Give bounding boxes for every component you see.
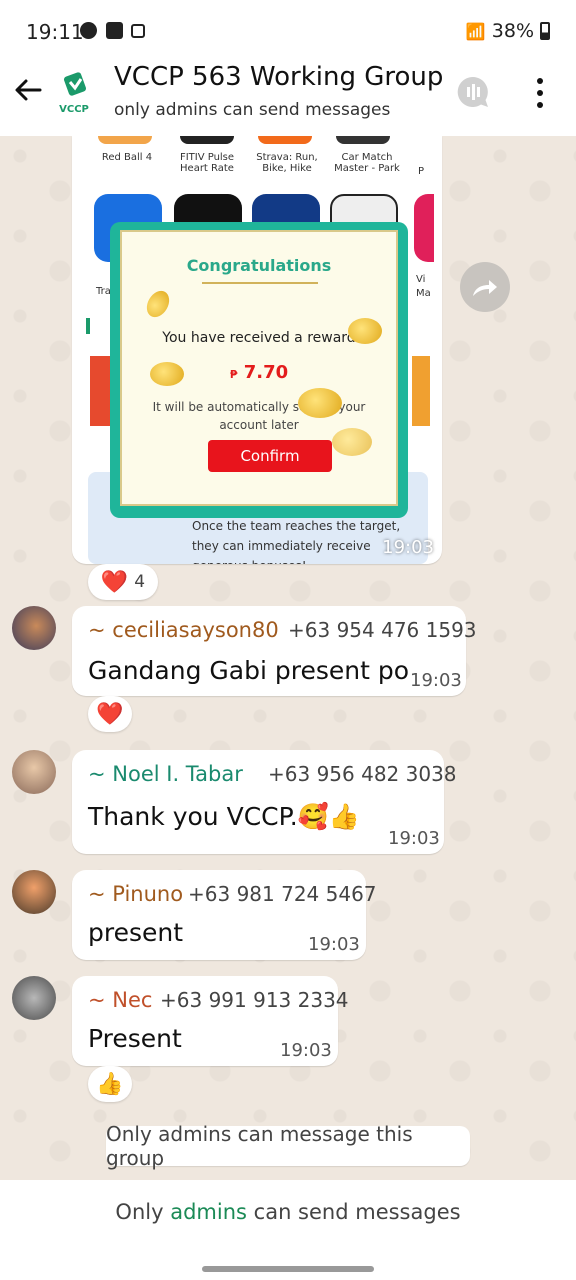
app-label: Tra: [96, 286, 111, 297]
gold-coin-icon: [348, 318, 382, 344]
forward-button[interactable]: [460, 262, 510, 312]
message-bubble[interactable]: ~ Nec +63 991 913 2334 Present 19:03: [72, 976, 349, 1066]
app-icon: [336, 136, 390, 144]
message-time: 19:03: [410, 670, 462, 691]
forward-icon: [473, 280, 497, 296]
reward-title: Congratulations: [186, 256, 332, 275]
reaction-pill[interactable]: ❤️: [88, 696, 132, 732]
message-text: Present: [88, 1024, 182, 1053]
avatar[interactable]: [12, 606, 56, 650]
app-label: Vi: [416, 274, 426, 285]
battery-level: 38%: [491, 20, 534, 42]
battery-icon: [540, 22, 550, 40]
amount-value: 7.70: [243, 362, 289, 383]
reaction-pill[interactable]: 👍: [88, 1066, 132, 1102]
wifi-icon: 📶: [465, 21, 486, 41]
sender-phone: +63 956 482 3038: [268, 762, 457, 786]
status-time: 19:11: [26, 20, 84, 44]
home-gesture-handle[interactable]: [202, 1266, 374, 1272]
app-label: FITIV Pulse Heart Rate: [179, 152, 235, 174]
logo-text: VCCP: [59, 104, 89, 115]
sender-name[interactable]: ~ Pinuno: [88, 882, 183, 906]
app-icon: [180, 136, 234, 144]
promo-thumb: [412, 356, 430, 426]
app-label: Red Ball 4: [101, 152, 153, 163]
message-text: present: [88, 918, 184, 947]
group-title[interactable]: VCCP 563 Working Group: [114, 62, 443, 92]
group-avatar[interactable]: VCCP: [54, 70, 94, 116]
avatar[interactable]: [12, 750, 56, 794]
facebook-icon: [80, 22, 97, 39]
currency-symbol: ₱: [229, 368, 238, 381]
group-notice: Only admins can message this group: [106, 1122, 470, 1170]
gold-coin-icon: [332, 428, 372, 456]
message-time: 19:03: [280, 1040, 332, 1061]
sender-name[interactable]: ~ Noel I. Tabar: [88, 762, 243, 786]
group-subtitle: only admins can send messages: [114, 100, 391, 120]
message-bubble[interactable]: ~ Noel I. Tabar +63 956 482 3038 Thank y…: [72, 750, 457, 854]
footer-suffix: can send messages: [253, 1200, 461, 1224]
sender-phone: +63 954 476 1593: [288, 618, 477, 642]
nav-bar: [0, 1244, 576, 1280]
heart-icon: ❤️: [96, 701, 124, 727]
message-time: 19:03: [308, 934, 360, 955]
reaction-pill[interactable]: ❤️ 4: [88, 564, 158, 600]
status-right: 📶 38%: [466, 20, 550, 42]
status-bar: 19:11 📶 38%: [0, 0, 576, 62]
app-icon: [258, 136, 312, 144]
message-text: Thank you VCCP.🥰👍: [88, 802, 360, 831]
admins-link[interactable]: admins: [170, 1200, 247, 1224]
reward-card: Congratulations You have received a rewa…: [120, 230, 398, 506]
vccp-logo-icon: [63, 72, 87, 96]
checkbox-icon: [106, 22, 123, 39]
sender-phone: +63 981 724 5467: [188, 882, 377, 906]
chat-area[interactable]: Red Ball 4 FITIV Pulse Heart Rate Strava…: [0, 136, 576, 1180]
gold-coin-icon: [142, 286, 174, 322]
more-options-icon[interactable]: [530, 76, 550, 110]
app-label: Ma: [416, 288, 431, 299]
section-marker: [86, 318, 90, 334]
reaction-count: 4: [134, 572, 146, 592]
lock-icon: [131, 24, 145, 38]
ornament-divider: [202, 282, 318, 284]
heart-icon: ❤️: [100, 569, 129, 595]
thumbs-up-icon: 👍: [96, 1071, 124, 1097]
sender-name[interactable]: ~ ceciliasayson80: [88, 618, 279, 642]
app-label: Strava: Run, Bike, Hike: [256, 152, 318, 174]
avatar[interactable]: [12, 976, 56, 1020]
app-label: P: [418, 166, 425, 177]
app-icon: [98, 136, 152, 144]
app-icon: [414, 194, 434, 262]
gold-coin-icon: [298, 388, 342, 418]
gold-coin-icon: [150, 362, 184, 386]
confirm-button: Confirm: [208, 440, 332, 472]
voice-chat-icon[interactable]: [455, 74, 491, 110]
chat-header: VCCP VCCP 563 Working Group only admins …: [0, 62, 576, 136]
message-time: 19:03: [388, 828, 440, 849]
sender-name[interactable]: ~ Nec: [88, 988, 152, 1012]
app-label: Car Match Master - Park: [334, 152, 400, 174]
reward-popup: Congratulations You have received a rewa…: [110, 222, 408, 518]
message-bubble[interactable]: ~ ceciliasayson80 +63 954 476 1593 Ganda…: [72, 606, 477, 696]
avatar[interactable]: [12, 870, 56, 914]
footer-prefix: Only: [115, 1200, 164, 1224]
message-bubble[interactable]: ~ Pinuno +63 981 724 5467 present 19:03: [72, 870, 377, 960]
footer-bar: Only admins can send messages: [0, 1180, 576, 1244]
message-time: 19:03: [382, 537, 434, 558]
sender-phone: +63 991 913 2334: [160, 988, 349, 1012]
back-arrow-icon[interactable]: [12, 74, 44, 106]
message-text: Gandang Gabi present po: [88, 656, 409, 685]
image-message[interactable]: Red Ball 4 FITIV Pulse Heart Rate Strava…: [72, 136, 442, 564]
